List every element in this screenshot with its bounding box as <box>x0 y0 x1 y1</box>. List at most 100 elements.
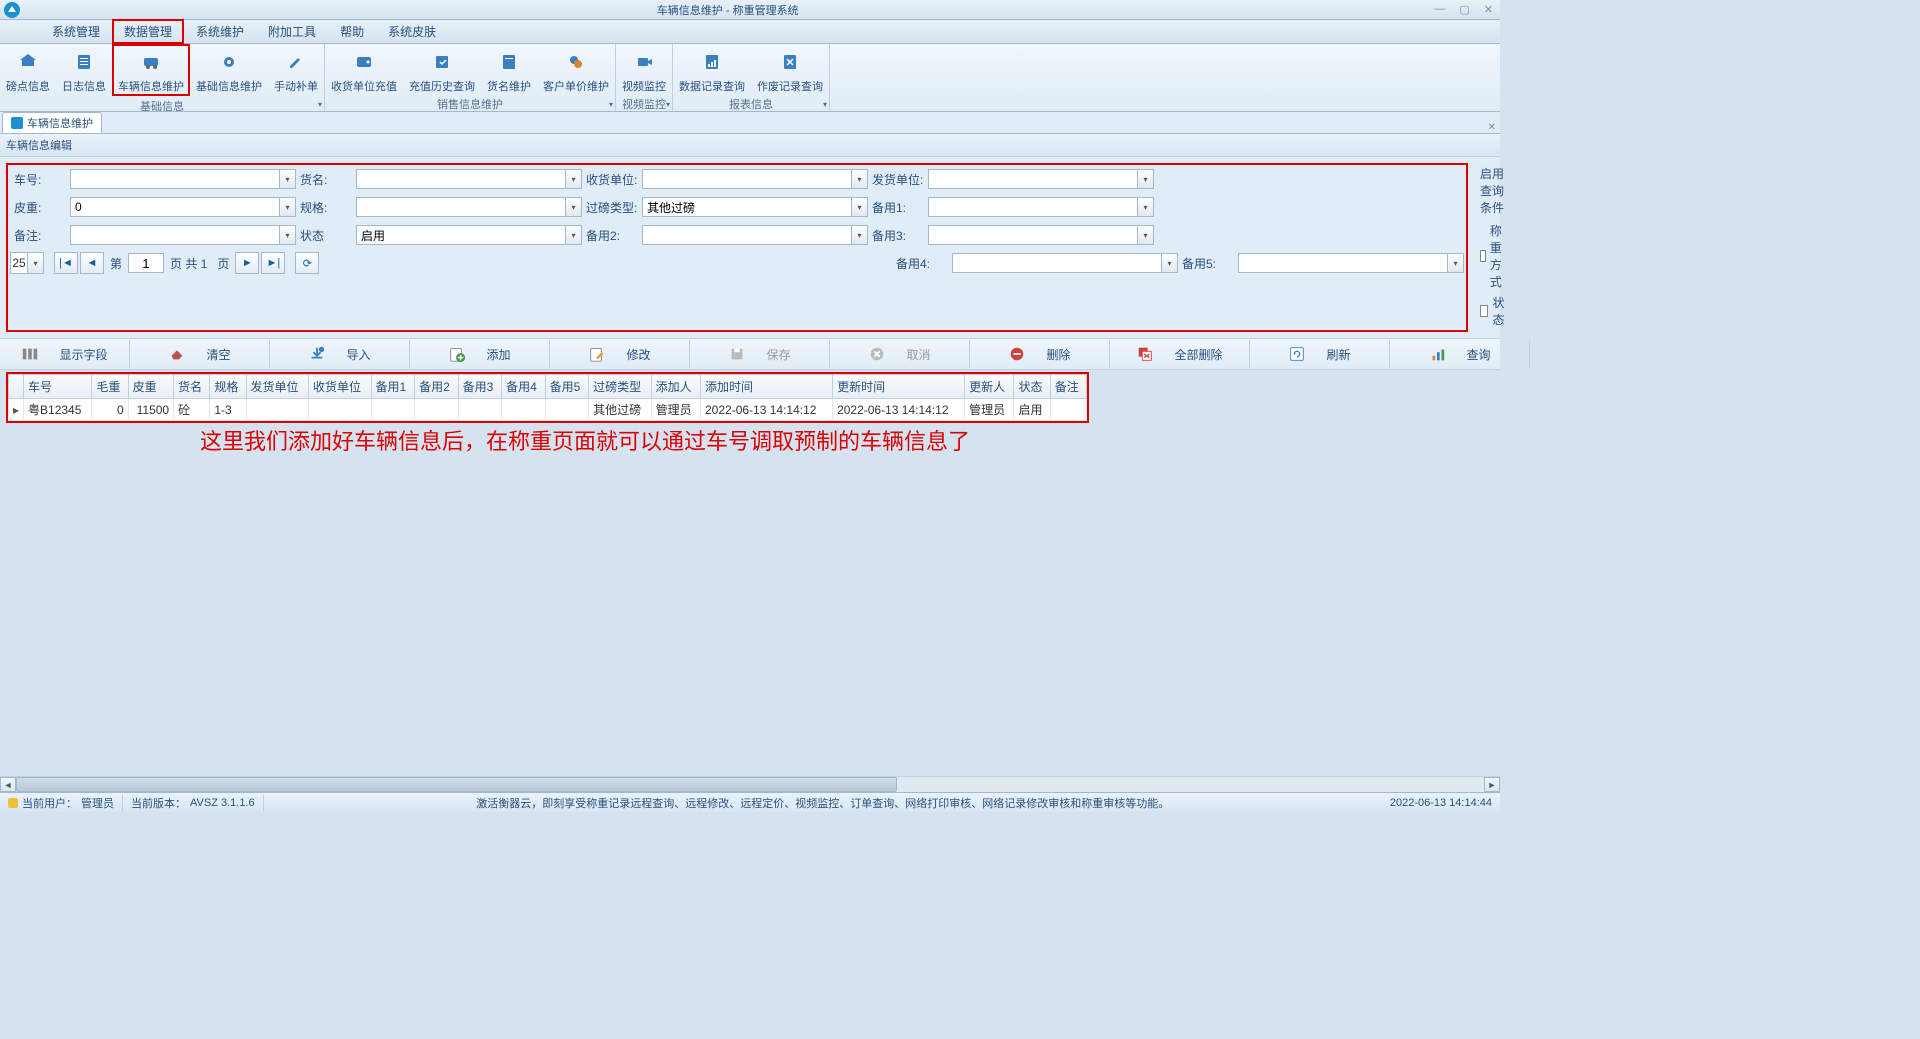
dropdown-icon[interactable]: ▾ <box>852 169 868 189</box>
ribbon-btn-report[interactable]: 数据记录查询 <box>673 44 751 94</box>
dropdown-icon[interactable]: ▾ <box>1162 253 1178 273</box>
column-header[interactable]: 添加人 <box>651 375 700 399</box>
dropdown-icon[interactable]: ▾ <box>566 169 582 189</box>
dropdown-icon[interactable]: ▾ <box>1138 225 1154 245</box>
scroll-thumb[interactable] <box>16 777 897 792</box>
dropdown-icon[interactable]: ▾ <box>852 197 868 217</box>
page-input[interactable] <box>128 253 164 273</box>
table-row[interactable]: ▸粤B12345011500砼1-3其他过磅管理员2022-06-13 14:1… <box>9 399 1087 421</box>
column-header[interactable]: 更新时间 <box>833 375 965 399</box>
column-header[interactable]: 毛重 <box>92 375 128 399</box>
action-delete-all[interactable]: 全部删除 <box>1110 340 1250 368</box>
action-delete[interactable]: 删除 <box>970 340 1110 368</box>
column-header[interactable]: 更新人 <box>965 375 1014 399</box>
action-eraser[interactable]: 清空 <box>130 340 270 368</box>
form-input[interactable] <box>70 225 280 245</box>
tab-close-button[interactable]: ✕ <box>1488 122 1500 133</box>
ribbon-btn-camera[interactable]: 视频监控 <box>616 44 672 94</box>
ribbon-btn-gear[interactable]: 基础信息维护 <box>190 44 268 96</box>
form-input[interactable] <box>356 225 566 245</box>
prev-page-button[interactable]: ◄ <box>80 252 104 274</box>
action-columns[interactable]: 显示字段 <box>0 340 130 368</box>
first-page-button[interactable]: |◄ <box>54 252 78 274</box>
ribbon-btn-price[interactable]: 客户单价维护 <box>537 44 615 94</box>
maximize-button[interactable]: ▢ <box>1456 3 1472 16</box>
column-header[interactable]: 备用1 <box>371 375 415 399</box>
action-import[interactable]: 导入 <box>270 340 410 368</box>
page-size-combo[interactable]: 25▾ <box>10 252 44 274</box>
form-input[interactable] <box>642 225 852 245</box>
ribbon-group-expand-icon[interactable]: ▾ <box>318 100 322 109</box>
ribbon-btn-history[interactable]: 充值历史查询 <box>403 44 481 94</box>
menu-item-1[interactable]: 数据管理 <box>112 19 184 44</box>
dropdown-icon[interactable]: ▾ <box>280 225 296 245</box>
dropdown-icon[interactable]: ▾ <box>852 225 868 245</box>
dropdown-icon[interactable]: ▾ <box>1448 253 1464 273</box>
dropdown-icon[interactable]: ▾ <box>1138 197 1154 217</box>
ribbon-group-expand-icon[interactable]: ▾ <box>666 100 670 109</box>
column-header[interactable]: 规格 <box>210 375 246 399</box>
column-header[interactable]: 车号 <box>24 375 92 399</box>
column-header[interactable]: 添加时间 <box>701 375 833 399</box>
form-input[interactable] <box>1238 253 1448 273</box>
dropdown-icon[interactable]: ▾ <box>280 169 296 189</box>
column-header[interactable]: 货名 <box>174 375 210 399</box>
horizontal-scrollbar[interactable]: ◄ ► <box>0 776 1500 792</box>
form-input[interactable] <box>952 253 1162 273</box>
form-input[interactable] <box>928 169 1138 189</box>
action-refresh[interactable]: 刷新 <box>1250 340 1390 368</box>
ribbon-btn-goods[interactable]: 货名维护 <box>481 44 537 94</box>
menu-item-2[interactable]: 系统维护 <box>184 19 256 44</box>
dropdown-icon[interactable]: ▾ <box>1138 169 1154 189</box>
checkbox-icon[interactable] <box>1480 250 1486 262</box>
dropdown-icon[interactable]: ▾ <box>566 197 582 217</box>
ribbon-group-expand-icon[interactable]: ▾ <box>823 100 827 109</box>
column-header[interactable]: 备用2 <box>415 375 459 399</box>
action-add[interactable]: 添加 <box>410 340 550 368</box>
last-page-button[interactable]: ►| <box>261 252 285 274</box>
form-input[interactable] <box>70 197 280 217</box>
scroll-right-button[interactable]: ► <box>1484 777 1500 792</box>
column-header[interactable]: 备用5 <box>545 375 589 399</box>
ribbon-btn-pencil[interactable]: 手动补单 <box>268 44 324 96</box>
column-header[interactable]: 过磅类型 <box>589 375 652 399</box>
reload-button[interactable]: ⟳ <box>295 252 319 274</box>
dropdown-icon[interactable]: ▾ <box>280 197 296 217</box>
column-header[interactable]: 备注 <box>1050 375 1086 399</box>
checkbox-icon[interactable] <box>1480 305 1488 317</box>
ribbon-btn-wallet[interactable]: 收货单位充值 <box>325 44 403 94</box>
next-page-button[interactable]: ► <box>235 252 259 274</box>
ribbon-btn-void[interactable]: 作废记录查询 <box>751 44 829 94</box>
menu-item-0[interactable]: 系统管理 <box>40 19 112 44</box>
form-input[interactable] <box>642 169 852 189</box>
scroll-left-button[interactable]: ◄ <box>0 777 16 792</box>
action-edit[interactable]: 修改 <box>550 340 690 368</box>
form-input[interactable] <box>70 169 280 189</box>
minimize-button[interactable]: — <box>1431 3 1448 16</box>
scroll-track[interactable] <box>16 777 1484 792</box>
column-header[interactable]: 收货单位 <box>309 375 372 399</box>
ribbon-btn-log[interactable]: 日志信息 <box>56 44 112 96</box>
column-header[interactable]: 皮重 <box>128 375 173 399</box>
check-row-0[interactable]: 称重方式 <box>1480 222 1508 290</box>
column-header[interactable]: 发货单位 <box>246 375 309 399</box>
column-header[interactable]: 备用4 <box>502 375 546 399</box>
menu-item-3[interactable]: 附加工具 <box>256 19 328 44</box>
action-search[interactable]: 查询 <box>1390 340 1530 368</box>
table-cell: 11500 <box>128 399 173 421</box>
menu-item-4[interactable]: 帮助 <box>328 19 376 44</box>
ribbon-group-expand-icon[interactable]: ▾ <box>609 100 613 109</box>
column-header[interactable]: 状态 <box>1014 375 1050 399</box>
close-button[interactable]: ✕ <box>1481 3 1496 16</box>
ribbon-btn-vehicle[interactable]: 车辆信息维护 <box>112 44 190 96</box>
form-input[interactable] <box>642 197 852 217</box>
menu-item-5[interactable]: 系统皮肤 <box>376 19 448 44</box>
form-input[interactable] <box>928 197 1138 217</box>
form-input[interactable] <box>356 169 566 189</box>
column-header[interactable]: 备用3 <box>458 375 502 399</box>
dropdown-icon[interactable]: ▾ <box>566 225 582 245</box>
ribbon-btn-home[interactable]: 磅点信息 <box>0 44 56 96</box>
form-input[interactable] <box>356 197 566 217</box>
check-row-1[interactable]: 状态 <box>1480 294 1508 328</box>
form-input[interactable] <box>928 225 1138 245</box>
